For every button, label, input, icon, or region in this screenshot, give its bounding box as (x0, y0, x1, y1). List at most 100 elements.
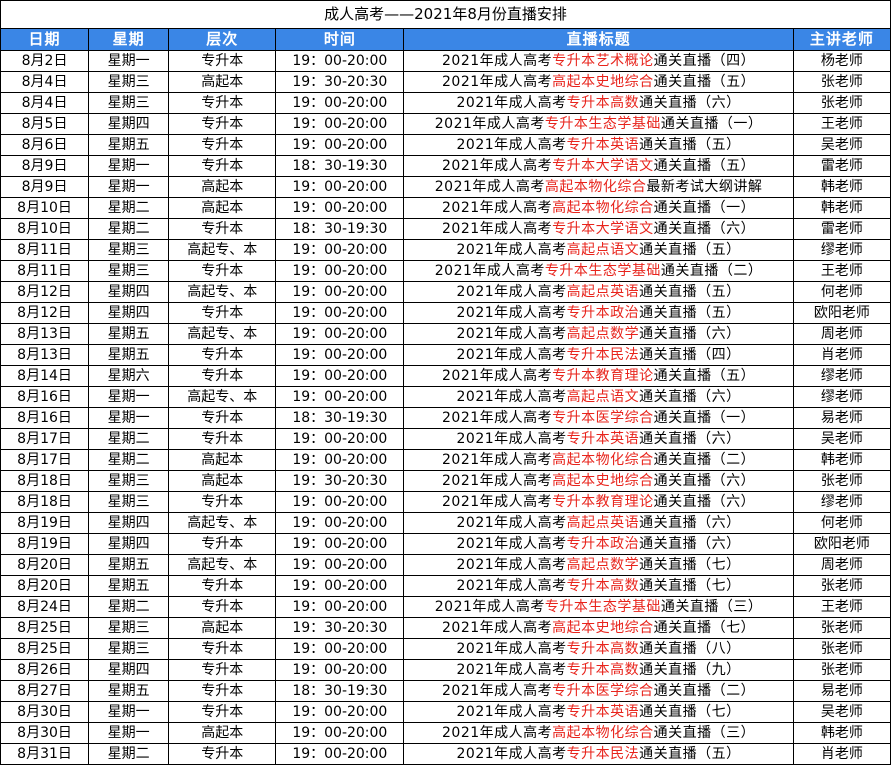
topic-cell: 2021年成人高考专升本政治通关直播（六） (403, 533, 794, 555)
topic-prefix: 2021年成人高考 (456, 137, 567, 153)
topic-cell: 2021年成人高考高起点英语通关直播（五） (403, 281, 794, 303)
topic-prefix: 2021年成人高考 (456, 305, 567, 321)
topic-suffix: 通关直播（五） (653, 368, 756, 384)
level-cell: 高起本 (168, 176, 277, 198)
topic-cell: 2021年成人高考专升本民法通关直播（四） (403, 344, 794, 366)
topic-cell: 2021年成人高考专升本英语通关直播（五） (403, 134, 794, 156)
topic-subject: 专升本生态学基础 (544, 599, 661, 615)
topic-suffix: 通关直播（五） (639, 746, 741, 762)
level-cell: 高起本 (168, 197, 277, 219)
topic-cell: 2021年成人高考专升本教育理论通关直播（六） (403, 491, 794, 513)
time-cell: 19：00-20:00 (275, 596, 405, 618)
table-row: 8月13日 星期五 高起专、本 19：00-20:00 2021年成人高考高起点数学通关… (0, 323, 892, 345)
level-cell: 专升本 (168, 50, 277, 72)
teacher-cell: 吴老师 (792, 701, 892, 723)
time-cell: 19：00-20:00 (275, 92, 405, 114)
weekday-cell: 星期三 (88, 260, 170, 282)
time-cell: 19：00-20:00 (275, 512, 405, 534)
weekday-cell: 星期五 (88, 344, 170, 366)
level-cell: 高起专、本 (168, 386, 277, 408)
weekday-cell: 星期一 (88, 50, 170, 72)
weekday-cell: 星期二 (88, 449, 170, 471)
weekday-cell: 星期一 (88, 407, 170, 429)
teacher-cell: 吴老师 (792, 428, 892, 450)
topic-subject: 专升本民法 (566, 746, 640, 762)
table-row: 8月11日 星期三 专升本 19：00-20:00 2021年成人高考专升本生态学基础通… (0, 260, 892, 282)
topic-suffix: 通关直播（三） (660, 599, 763, 615)
topic-cell: 2021年成人高考专升本生态学基础通关直播（一） (403, 113, 794, 135)
weekday-cell: 星期四 (88, 533, 170, 555)
table-row: 8月4日 星期三 专升本 19：00-20:00 2021年成人高考专升本高数通关直播（… (0, 92, 892, 114)
topic-subject: 高起点语文 (566, 242, 640, 258)
table-row: 8月25日 星期三 高起本 19：30-20:30 2021年成人高考高起本史地综合通关… (0, 617, 892, 639)
topic-suffix: 通关直播（七） (639, 578, 741, 594)
weekday-cell: 星期三 (88, 617, 170, 639)
weekday-cell: 星期三 (88, 92, 170, 114)
topic-cell: 2021年成人高考专升本生态学基础通关直播（三） (403, 596, 794, 618)
topic-suffix: 通关直播（五） (653, 74, 756, 90)
schedule-table: 成人高考——2021年8月份直播安排 日期 星期 层次 时间 直播标题 主讲老师… (0, 0, 892, 765)
date-cell: 8月4日 (0, 92, 90, 114)
topic-prefix: 2021年成人高考 (442, 158, 553, 174)
topic-suffix: 最新考试大纲讲解 (646, 179, 763, 195)
level-cell: 专升本 (168, 155, 277, 177)
level-cell: 专升本 (168, 680, 277, 702)
topic-cell: 2021年成人高考高起点语文通关直播（五） (403, 239, 794, 261)
teacher-cell: 张老师 (792, 617, 892, 639)
teacher-cell: 缪老师 (792, 386, 892, 408)
topic-subject: 高起本物化综合 (552, 200, 654, 216)
level-cell: 专升本 (168, 218, 277, 240)
weekday-cell: 星期三 (88, 71, 170, 93)
time-cell: 18：30-19:30 (275, 680, 405, 702)
topic-subject: 专升本政治 (566, 305, 640, 321)
time-cell: 19：00-20:00 (275, 386, 405, 408)
teacher-cell: 张老师 (792, 659, 892, 681)
time-cell: 19：00-20:00 (275, 197, 405, 219)
topic-cell: 2021年成人高考专升本政治通关直播（五） (403, 302, 794, 324)
header-weekday: 星期 (88, 28, 170, 51)
topic-prefix: 2021年成人高考 (442, 53, 553, 69)
date-cell: 8月25日 (0, 638, 90, 660)
topic-subject: 专升本教育理论 (552, 368, 654, 384)
teacher-cell: 雷老师 (792, 218, 892, 240)
date-cell: 8月12日 (0, 302, 90, 324)
topic-suffix: 通关直播（四） (653, 53, 756, 69)
level-cell: 高起本 (168, 71, 277, 93)
level-cell: 专升本 (168, 659, 277, 681)
date-cell: 8月20日 (0, 554, 90, 576)
topic-suffix: 通关直播（五） (639, 242, 741, 258)
weekday-cell: 星期四 (88, 281, 170, 303)
teacher-cell: 缪老师 (792, 239, 892, 261)
time-cell: 19：00-20:00 (275, 533, 405, 555)
topic-subject: 专升本教育理论 (552, 494, 654, 510)
level-cell: 高起专、本 (168, 323, 277, 345)
topic-subject: 高起本物化综合 (544, 179, 647, 195)
topic-prefix: 2021年成人高考 (456, 578, 567, 594)
time-cell: 19：00-20:00 (275, 50, 405, 72)
level-cell: 专升本 (168, 701, 277, 723)
time-cell: 19：00-20:00 (275, 260, 405, 282)
topic-suffix: 通关直播（五） (653, 158, 756, 174)
level-cell: 专升本 (168, 638, 277, 660)
date-cell: 8月26日 (0, 659, 90, 681)
weekday-cell: 星期四 (88, 302, 170, 324)
level-cell: 高起专、本 (168, 554, 277, 576)
time-cell: 19：00-20:00 (275, 302, 405, 324)
topic-prefix: 2021年成人高考 (442, 74, 553, 90)
weekday-cell: 星期一 (88, 386, 170, 408)
weekday-cell: 星期五 (88, 575, 170, 597)
weekday-cell: 星期一 (88, 701, 170, 723)
topic-prefix: 2021年成人高考 (456, 389, 567, 405)
topic-prefix: 2021年成人高考 (456, 347, 567, 363)
topic-prefix: 2021年成人高考 (434, 116, 545, 132)
table-row: 8月17日 星期二 高起本 19：00-20:00 2021年成人高考高起本物化综合通关… (0, 449, 892, 471)
topic-suffix: 通关直播（二） (653, 452, 756, 468)
topic-suffix: 通关直播（六） (653, 221, 756, 237)
topic-cell: 2021年成人高考高起本物化综合最新考试大纲讲解 (403, 176, 794, 198)
time-cell: 19：00-20:00 (275, 176, 405, 198)
level-cell: 高起专、本 (168, 512, 277, 534)
level-cell: 专升本 (168, 407, 277, 429)
topic-cell: 2021年成人高考专升本高数通关直播（八） (403, 638, 794, 660)
date-cell: 8月17日 (0, 449, 90, 471)
teacher-cell: 韩老师 (792, 722, 892, 744)
